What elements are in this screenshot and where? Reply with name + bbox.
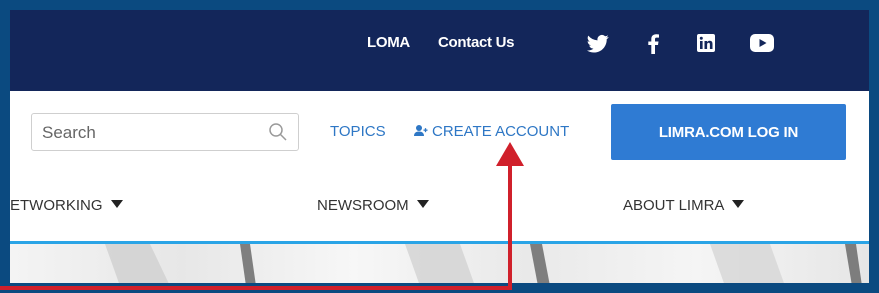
caret-down-icon	[416, 200, 429, 208]
youtube-icon[interactable]	[750, 34, 774, 54]
facebook-icon[interactable]	[647, 34, 669, 54]
menu-item-label: ETWORKING	[10, 197, 103, 214]
contact-us-link[interactable]: Contact Us	[438, 34, 514, 51]
menu-item-about-limra[interactable]: ABOUT LIMRA	[623, 197, 745, 214]
hero-image	[10, 241, 869, 283]
search-icon[interactable]	[268, 122, 288, 142]
linkedin-icon[interactable]	[697, 34, 719, 54]
caret-down-icon	[732, 200, 745, 208]
create-account-label: CREATE ACCOUNT	[432, 123, 570, 140]
menu-item-label: ABOUT LIMRA	[623, 197, 725, 214]
menu-item-label: NEWSROOM	[317, 197, 409, 214]
caret-down-icon	[110, 200, 123, 208]
loma-link[interactable]: LOMA	[367, 34, 410, 51]
search-box	[31, 113, 299, 151]
top-utility-bar: LOMA Contact Us	[10, 10, 869, 91]
menu-item-newsroom[interactable]: NEWSROOM	[317, 197, 429, 214]
create-account-link[interactable]: CREATE ACCOUNT	[414, 123, 569, 141]
search-input[interactable]	[40, 120, 264, 146]
website-header-frame: LOMA Contact Us Search TOPICS CREATE ACC…	[10, 10, 869, 283]
topics-link[interactable]: TOPICS	[330, 123, 386, 140]
twitter-icon[interactable]	[587, 34, 609, 54]
user-plus-icon	[414, 124, 428, 141]
limra-login-button[interactable]: LIMRA.COM LOG IN	[611, 104, 846, 160]
menu-item-networking[interactable]: ETWORKING	[10, 197, 123, 214]
